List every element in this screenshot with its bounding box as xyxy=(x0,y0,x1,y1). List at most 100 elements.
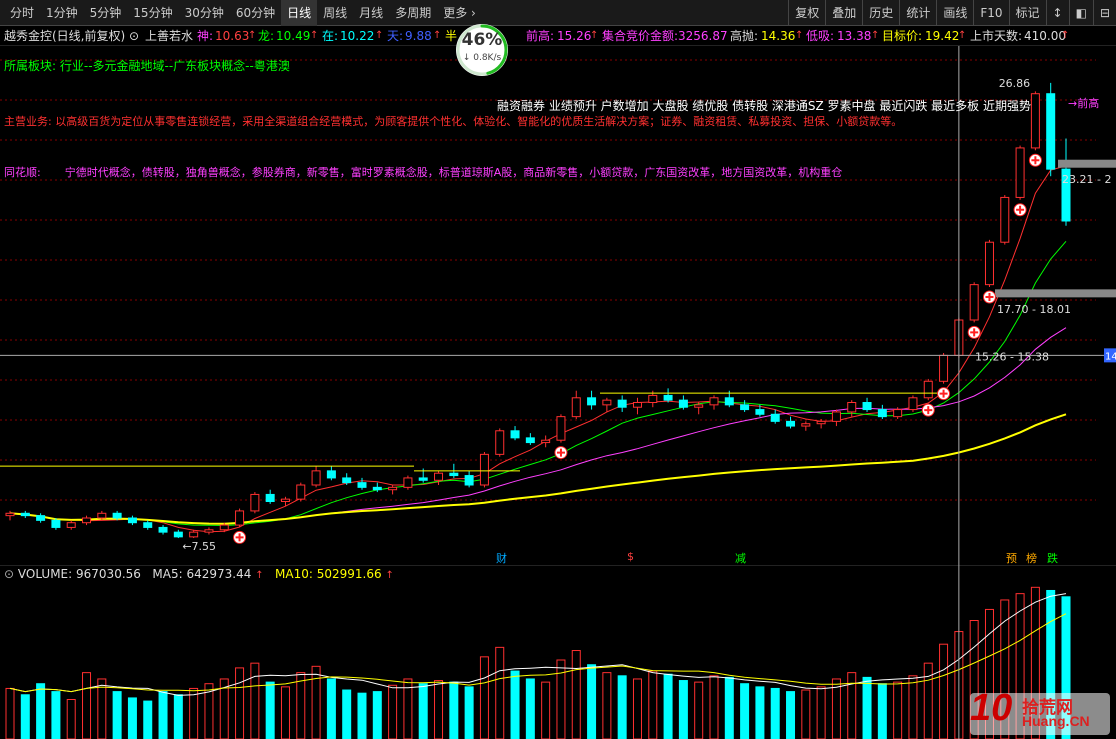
up-arrow-icon: ↑ xyxy=(795,30,804,41)
tab-period-4[interactable]: 30分钟 xyxy=(179,0,230,26)
fuquan-button[interactable]: 复权 xyxy=(788,0,825,26)
candle-body xyxy=(326,470,336,479)
candle-body xyxy=(847,402,857,413)
volume-bar xyxy=(755,686,765,739)
dropdown-icon[interactable]: ⊙ xyxy=(129,26,139,45)
volume-ma-line xyxy=(9,593,1067,696)
history-button[interactable]: 历史 xyxy=(862,0,899,26)
volume-bar xyxy=(250,662,260,739)
shen-label: 神: xyxy=(197,29,214,43)
volume-bar xyxy=(877,683,887,739)
candle-body xyxy=(587,397,597,406)
tab-period-2[interactable]: 5分钟 xyxy=(84,0,128,26)
tab-period-7[interactable]: 周线 xyxy=(317,0,353,26)
tab-period-9[interactable]: 多周期 xyxy=(389,0,437,26)
auction-value: 3256.87 xyxy=(678,29,728,43)
volume-bar xyxy=(434,680,444,739)
volume-bar xyxy=(816,686,826,739)
tool-buttons: 复权 叠加 历史 统计 画线 F10 标记 ↕ ◧ ⊟ xyxy=(788,0,1116,26)
mark-button[interactable]: 标记 xyxy=(1008,0,1046,26)
volume-bar xyxy=(449,681,459,739)
candle-body xyxy=(632,402,642,408)
volume-bar xyxy=(709,675,719,739)
candle-body xyxy=(235,510,245,526)
volume-bar xyxy=(495,646,505,739)
volume-bar xyxy=(770,687,780,739)
volume-bar xyxy=(939,643,949,739)
candle-body xyxy=(449,472,459,477)
candle-body xyxy=(663,394,673,401)
panel-icon[interactable]: ⊟ xyxy=(1092,0,1116,26)
tab-period-3[interactable]: 15分钟 xyxy=(127,0,178,26)
volume-bar xyxy=(847,672,857,739)
tab-period-daily[interactable]: 日线 xyxy=(281,0,318,26)
event-marker-board[interactable]: 榜 xyxy=(1026,550,1037,566)
tab-period-0[interactable]: 分时 xyxy=(4,0,40,26)
volume-bar xyxy=(786,691,796,739)
dixi-value: 13.38 xyxy=(837,29,872,43)
candle-body xyxy=(1015,147,1025,198)
strategy-name: 上善若水 xyxy=(145,29,194,43)
volume-bar xyxy=(342,689,352,739)
candle-body xyxy=(143,522,153,528)
volume-bar xyxy=(143,700,153,739)
long-label: 龙: xyxy=(258,29,275,43)
volume-bar xyxy=(632,678,642,739)
event-marker-drop[interactable]: 跌 xyxy=(1047,550,1058,566)
volume-bar xyxy=(862,676,872,739)
tian-label: 天: xyxy=(387,29,404,43)
volume-bar xyxy=(82,672,92,739)
tab-period-8[interactable]: 月线 xyxy=(353,0,389,26)
event-marker-finance[interactable]: 财 xyxy=(496,550,507,566)
volume-bar xyxy=(66,699,76,739)
speed-gauge: 46% ↓ 0.8K/s xyxy=(450,22,514,78)
tian-value: 9.88 xyxy=(405,29,432,43)
volume-bar xyxy=(326,678,336,739)
candle-body xyxy=(525,437,535,444)
candle-body xyxy=(357,482,367,488)
tab-period-1[interactable]: 1分钟 xyxy=(40,0,84,26)
candle-body xyxy=(862,402,872,411)
candle-body xyxy=(112,512,122,519)
range-label-3: 15.26 - 15.38 xyxy=(975,350,1049,363)
event-marker-dollar[interactable]: $ xyxy=(627,550,634,563)
gaopao-label: 高抛: xyxy=(730,29,759,43)
candle-body xyxy=(97,512,107,519)
candle-body xyxy=(709,397,719,406)
f10-button[interactable]: F10 xyxy=(973,0,1008,26)
volume-bar xyxy=(541,681,551,739)
candle-body xyxy=(311,470,321,486)
event-marker-forecast[interactable]: 预 xyxy=(1006,550,1017,566)
more-label: 更多 xyxy=(443,6,468,20)
volume-bar xyxy=(20,694,30,739)
long-value: 10.49 xyxy=(276,29,311,43)
business-info: 主营业务: 以高级百货为定位从事零售连锁经营，采用全渠道组合经营模式，为顾客提供… xyxy=(4,115,903,128)
resize-icon[interactable]: ↕ xyxy=(1045,0,1069,26)
volume-bar xyxy=(694,681,704,739)
candle-body xyxy=(173,531,183,538)
volume-chart[interactable] xyxy=(0,565,1116,739)
event-marker-reduce[interactable]: 减 xyxy=(735,550,746,566)
high-price-label: 26.86 xyxy=(999,77,1031,90)
layout-icon[interactable]: ◧ xyxy=(1068,0,1093,26)
candle-body xyxy=(250,493,260,512)
listed-value: 410.00 xyxy=(1024,29,1066,43)
volume-bar xyxy=(893,681,903,739)
volume-bar xyxy=(602,672,612,739)
volume-bar xyxy=(525,678,535,739)
volume-bar xyxy=(51,691,61,739)
draw-line-button[interactable]: 画线 xyxy=(936,0,973,26)
volume-bar xyxy=(311,665,321,739)
gauge-speed: ↓ 0.8K/s xyxy=(462,53,502,63)
gauge-percent: 46% xyxy=(461,30,503,50)
stats-button[interactable]: 统计 xyxy=(899,0,936,26)
volume-bar xyxy=(510,670,520,739)
tab-period-5[interactable]: 60分钟 xyxy=(230,0,281,26)
overlay-button[interactable]: 叠加 xyxy=(825,0,862,26)
candle-body xyxy=(127,517,137,524)
candle-body xyxy=(479,453,489,486)
up-arrow-icon: ↑ xyxy=(433,30,442,41)
ths-concepts: 同花顺: 宁德时代概念，债转股，独角兽概念，参股券商，新零售，富时罗素概念股，标普… xyxy=(4,164,842,180)
zai-label: 在: xyxy=(322,29,339,43)
ma-line xyxy=(9,240,1067,527)
